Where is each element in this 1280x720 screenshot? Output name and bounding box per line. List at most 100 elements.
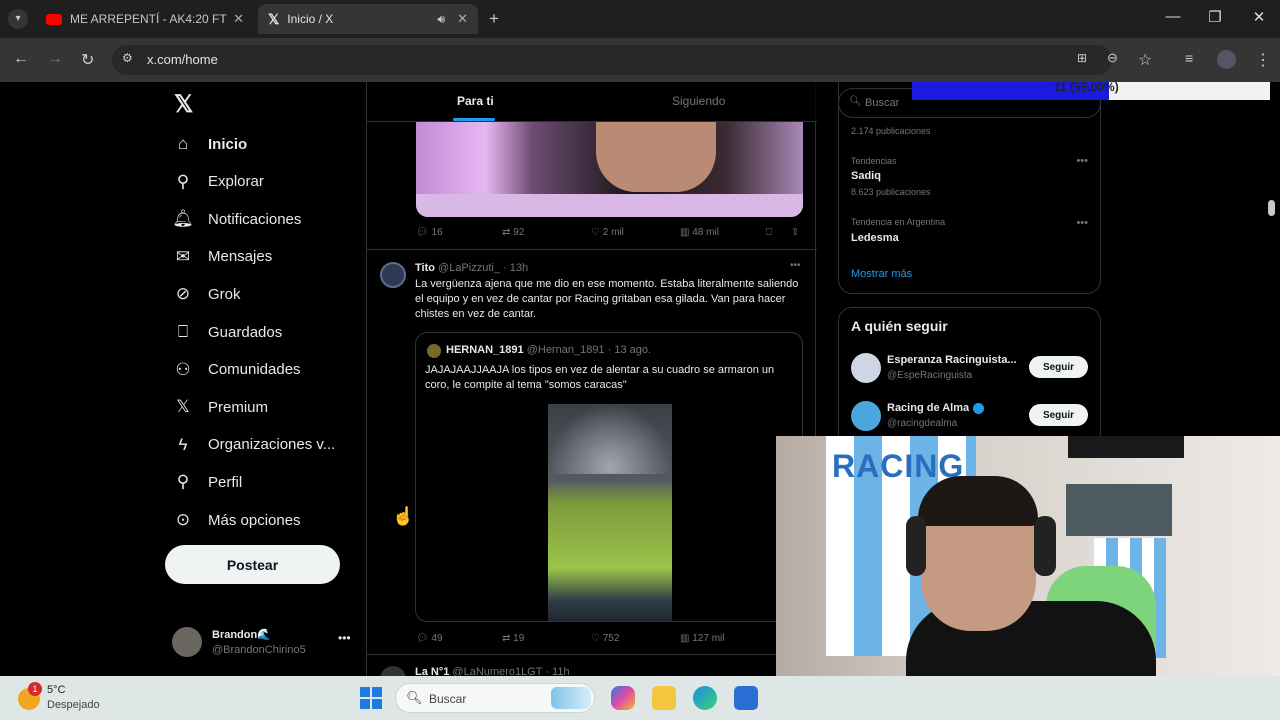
bookmark-star-icon[interactable]: ☆ [1138,50,1152,70]
next-post-name[interactable]: La N°1 [415,666,449,676]
tab-para-ti[interactable]: Para ti [457,94,494,108]
next-post-header: La N°1 @LaNumero1LGT · 11h [415,666,570,676]
reload-icon[interactable]: ↻ [81,50,94,70]
sidebar-item-organizaciones-v[interactable]: ϟ Organizaciones v... [172,430,336,460]
sidebar-item-notificaciones[interactable]: 🔔︎ Notificaciones [172,204,301,234]
post-time[interactable]: · 13h [503,262,528,274]
sidebar-item-inicio[interactable]: ⌂ Inicio [172,129,247,159]
taskbar-search[interactable]: 🔍︎ Buscar [395,683,595,713]
next-post-avatar[interactable] [380,666,406,676]
follow-name[interactable]: Racing de Alma [887,402,969,414]
new-tab-icon[interactable]: + [489,9,499,29]
people-icon: ⚇ [175,359,191,379]
post-button[interactable]: Postear [165,545,340,584]
edge-icon[interactable] [693,686,717,710]
follow-handle[interactable]: @racingdealma [887,418,957,429]
url-text: x.com/home [147,52,218,67]
like-count[interactable]: ♡ 752 [591,633,619,644]
install-app-icon[interactable]: ⊞ [1077,51,1087,65]
profile-avatar[interactable] [1217,50,1236,69]
post-divider [367,654,817,655]
browser-tab-youtube[interactable]: ME ARREPENTÍ - AK4:20 FT PAI ✕ [36,4,254,34]
active-tab-indicator [453,118,495,121]
sidebar-item-perfil[interactable]: ⚲ Perfil [172,467,242,497]
browser-tab-x[interactable]: 𝕏 Inicio / X 🔊︎ ✕ [258,4,478,34]
back-icon[interactable]: ← [13,50,29,68]
close-tab-icon[interactable]: ✕ [233,11,244,27]
trend-name[interactable]: Ledesma [851,232,899,244]
windows-start-icon[interactable] [360,687,382,709]
close-tab-icon[interactable]: ✕ [457,11,468,27]
sidebar-item-label: Premium [208,398,269,416]
media-image[interactable] [416,122,803,217]
bookmark-icon[interactable]: ⎕ [766,227,772,238]
sidebar-item-más-opciones[interactable]: ⊙ Más opciones [172,505,301,535]
media-control-icon[interactable]: ≡ [1185,50,1193,66]
follow-button[interactable]: Seguir [1029,356,1088,378]
quoted-header: HERNAN_1891 @Hernan_1891 · 13 ago. [446,344,651,356]
repost-count[interactable]: ⇄ 92 [502,227,524,238]
minimize-icon[interactable]: — [1158,8,1188,25]
quoted-post[interactable]: HERNAN_1891 @Hernan_1891 · 13 ago. JAJAJ… [415,332,803,622]
next-post-handle[interactable]: @LaNumero1LGT · 11h [452,666,569,676]
tab-list-chevron-icon[interactable]: ▾ [8,9,28,29]
trend-more-icon[interactable]: ••• [1076,217,1088,229]
site-info-icon[interactable]: ⚙ [122,51,133,65]
sidebar-item-grok[interactable]: ⊘ Grok [172,279,241,309]
reply-count[interactable]: 💬︎ 16 [416,227,443,238]
sidebar-item-explorar[interactable]: ⚲ Explorar [172,167,264,197]
share-icon[interactable]: ⇪ [791,227,799,238]
sidebar-item-comunidades[interactable]: ⚇ Comunidades [172,355,300,385]
search-icon: 🔍︎ [406,690,423,705]
x-home-page: 𝕏 ⌂ Inicio ⚲ Explorar 🔔︎ Notificaciones ✉ Mensa… [0,82,1280,676]
quoted-video[interactable] [548,404,672,621]
post-author-handle[interactable]: @LaPizzuti_ [438,262,500,274]
sidebar-item-guardados[interactable]: ⎕ Guardados [172,317,282,347]
tab-siguiendo[interactable]: Siguiendo [672,94,725,108]
trend-name[interactable]: Sadiq [851,170,881,182]
sidebar-item-premium[interactable]: 𝕏 Premium [172,392,268,422]
store-icon[interactable] [734,686,758,710]
address-bar[interactable]: ⚙ x.com/home ⊞ [112,45,1112,75]
person-icon: ⚲ [176,472,190,492]
post-more-icon[interactable]: ••• [790,260,801,271]
taskbar-search-label: Buscar [429,692,467,706]
views-count[interactable]: ▥ 48 mil [680,227,719,238]
trend-more-icon[interactable]: ••• [1076,155,1088,167]
x-logo-icon[interactable]: 𝕏 [174,90,193,119]
headset [906,516,926,576]
page-scrollbar[interactable] [1268,200,1275,216]
reply-count[interactable]: 💬︎ 49 [416,633,443,644]
post-avatar[interactable] [380,262,406,288]
forward-icon[interactable]: → [47,50,63,68]
follow-button[interactable]: Seguir [1029,404,1088,426]
file-explorer-icon[interactable] [652,686,676,710]
copilot-icon[interactable] [611,686,635,710]
quoted-avatar [427,344,441,358]
tattooed-arm [596,122,716,192]
sidebar-item-mensajes[interactable]: ✉ Mensajes [172,242,272,272]
post-text: La vergüenza ajena que me dio en ese mom… [415,278,799,320]
post-author-name[interactable]: Tito [415,262,435,274]
follow-handle[interactable]: @EspeRacinguista [887,370,972,381]
zoom-icon[interactable]: ⊖ [1107,50,1118,66]
who-to-follow-title: A quién seguir [851,318,948,334]
browser-toolbar: ← → ↻ ⚙ x.com/home ⊞ ⊖ ☆ ≡ ⋮ [0,38,1280,82]
close-window-icon[interactable]: ✕ [1244,8,1274,26]
follow-name[interactable]: Esperanza Racinguista... [887,354,1017,366]
weather-widget[interactable]: 1 5°C Despejado [16,682,126,716]
views-count[interactable]: ▥ 127 mil [680,633,724,644]
show-more-link[interactable]: Mostrar más [851,268,912,280]
account-switcher[interactable]: Brandon🌊 @BrandonChirino5 ••• [172,625,354,661]
speaker-icon[interactable]: 🔊︎ [438,12,446,27]
like-count[interactable]: ♡ 2 mil [591,227,624,238]
repost-count[interactable]: ⇄ 19 [502,633,524,644]
maximize-icon[interactable]: ❐ [1200,8,1230,26]
sidebar-item-label: Más opciones [208,511,301,529]
verified-badge-icon [973,403,984,414]
follow-avatar[interactable] [851,353,881,383]
person-hair [918,476,1038,526]
sidebar-item-label: Perfil [208,473,243,491]
follow-avatar[interactable] [851,401,881,431]
browser-menu-icon[interactable]: ⋮ [1255,50,1271,70]
